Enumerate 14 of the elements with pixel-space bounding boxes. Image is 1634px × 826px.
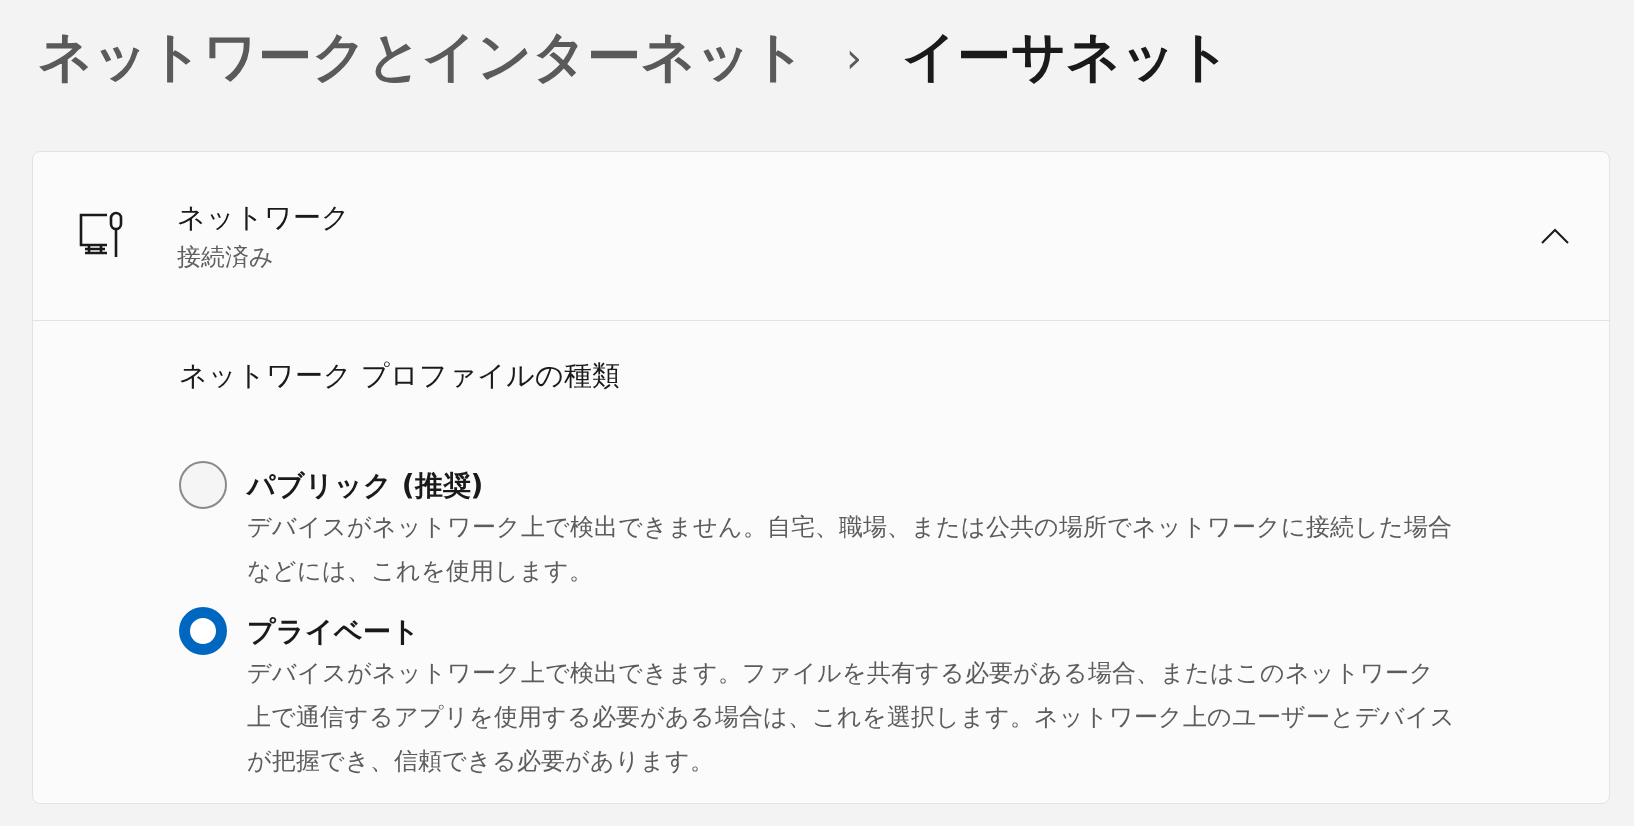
chevron-up-icon[interactable]	[1541, 228, 1569, 244]
connection-status: 接続済み	[177, 242, 275, 273]
breadcrumb-separator: ›	[846, 34, 862, 81]
option-label: パブリック (推奨)	[247, 468, 485, 504]
breadcrumb-parent[interactable]: ネットワークとインターネット	[38, 21, 806, 94]
network-name: ネットワーク	[177, 200, 351, 236]
radio-button[interactable]	[179, 607, 227, 655]
network-header[interactable]: ネットワーク 接続済み	[33, 152, 1609, 321]
option-description: デバイスがネットワーク上で検出できません。自宅、職場、または公共の場所でネットワークに接続した場合などには、これを使用します。	[247, 512, 1453, 587]
option-label: プライベート	[247, 614, 421, 650]
radio-button[interactable]	[179, 461, 227, 509]
page-title: イーサネット	[902, 24, 1231, 90]
section-title: ネットワーク プロファイルの種類	[179, 358, 621, 394]
option-description: デバイスがネットワーク上で検出できます。ファイルを共有する必要がある場合、またはこのネットワーク上で通信するアプリを使用する必要がある場合は、これを選択します。ネットワーク上のユーザーとデバイスが把握でき、信頼できる必要があります。	[247, 658, 1456, 777]
